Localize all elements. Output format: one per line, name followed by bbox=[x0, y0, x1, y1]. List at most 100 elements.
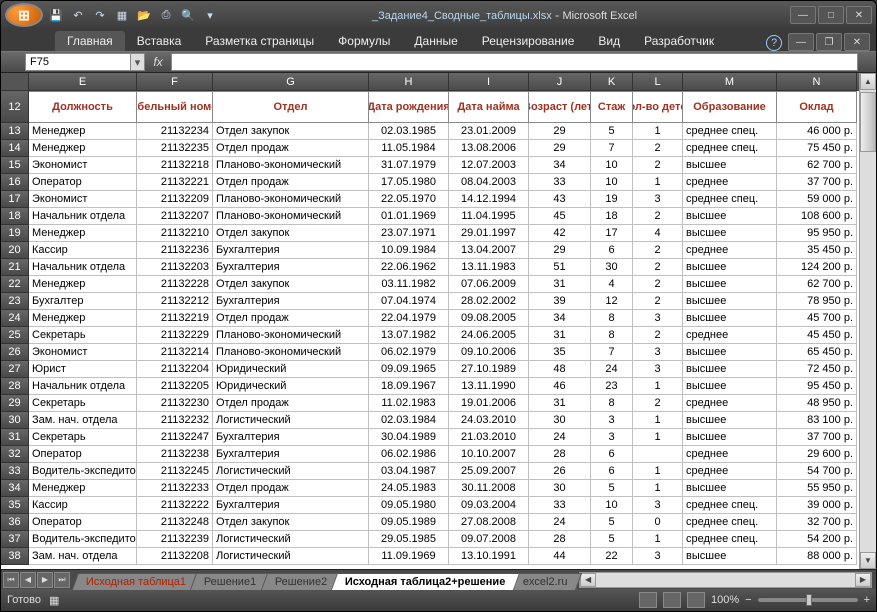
cell[interactable]: 1 bbox=[633, 412, 683, 429]
cell[interactable]: 21132233 bbox=[137, 480, 213, 497]
cell[interactable]: 23.07.1971 bbox=[369, 225, 449, 242]
cell[interactable]: 39 000 р. bbox=[777, 497, 857, 514]
cell[interactable]: 65 450 р. bbox=[777, 344, 857, 361]
cell[interactable]: Менеджер bbox=[29, 225, 137, 242]
select-all-corner[interactable] bbox=[1, 73, 29, 91]
cell[interactable]: Экономист bbox=[29, 344, 137, 361]
vertical-scrollbar[interactable]: ▲ ▼ bbox=[859, 73, 876, 569]
cell[interactable]: 2 bbox=[633, 208, 683, 225]
cell[interactable]: 29.05.1985 bbox=[369, 531, 449, 548]
cell[interactable]: 1 bbox=[633, 174, 683, 191]
cell[interactable]: 21132203 bbox=[137, 259, 213, 276]
cell[interactable]: 62 700 р. bbox=[777, 157, 857, 174]
col-header-E[interactable]: E bbox=[29, 73, 137, 91]
cell[interactable]: 43 bbox=[529, 191, 591, 208]
office-button[interactable]: ⊞ bbox=[5, 3, 43, 27]
cell[interactable]: Бухгалтерия bbox=[213, 293, 369, 310]
close-button[interactable]: ✕ bbox=[846, 6, 872, 24]
cell[interactable]: 21132222 bbox=[137, 497, 213, 514]
cell[interactable]: 21132221 bbox=[137, 174, 213, 191]
cell[interactable]: 37 700 р. bbox=[777, 174, 857, 191]
cell[interactable]: 21132207 bbox=[137, 208, 213, 225]
cell[interactable]: высшее bbox=[683, 259, 777, 276]
cell[interactable]: 8 bbox=[591, 395, 633, 412]
cell[interactable]: 18 bbox=[591, 208, 633, 225]
cell[interactable]: 1 bbox=[633, 480, 683, 497]
cell[interactable]: 24 bbox=[591, 361, 633, 378]
cell[interactable]: Экономист bbox=[29, 191, 137, 208]
cell[interactable]: 48 bbox=[529, 361, 591, 378]
help-icon[interactable]: ? bbox=[766, 35, 782, 51]
qat-more-icon[interactable]: ▾ bbox=[201, 6, 219, 24]
cell[interactable]: Экономист bbox=[29, 157, 137, 174]
cell[interactable]: 12.07.2003 bbox=[449, 157, 529, 174]
cell[interactable]: 30.11.2008 bbox=[449, 480, 529, 497]
cell[interactable]: 5 bbox=[591, 480, 633, 497]
row-header[interactable]: 18 bbox=[1, 208, 29, 225]
workbook-restore-button[interactable]: ❐ bbox=[816, 33, 842, 51]
cell[interactable]: 24.06.2005 bbox=[449, 327, 529, 344]
cell[interactable]: Секретарь bbox=[29, 429, 137, 446]
cell[interactable]: 2 bbox=[633, 293, 683, 310]
row-header[interactable]: 34 bbox=[1, 480, 29, 497]
cell[interactable]: 21132239 bbox=[137, 531, 213, 548]
cell[interactable]: 39 bbox=[529, 293, 591, 310]
cell[interactable]: 09.05.1980 bbox=[369, 497, 449, 514]
cell[interactable]: среднее спец. bbox=[683, 140, 777, 157]
scroll-down-button[interactable]: ▼ bbox=[860, 552, 876, 569]
cell[interactable]: Оператор bbox=[29, 174, 137, 191]
cell[interactable]: Отдел продаж bbox=[213, 174, 369, 191]
cell[interactable]: 3 bbox=[633, 361, 683, 378]
cell[interactable]: 108 600 р. bbox=[777, 208, 857, 225]
ribbon-tab-3[interactable]: Формулы bbox=[326, 31, 402, 51]
cell[interactable]: высшее bbox=[683, 293, 777, 310]
cell[interactable]: 3 bbox=[633, 344, 683, 361]
cell[interactable]: 11.02.1983 bbox=[369, 395, 449, 412]
scroll-thumb[interactable] bbox=[860, 92, 876, 152]
cell[interactable]: 8 bbox=[591, 310, 633, 327]
cell[interactable]: высшее bbox=[683, 480, 777, 497]
cell[interactable]: 7 bbox=[591, 140, 633, 157]
ribbon-tab-7[interactable]: Разработчик bbox=[632, 31, 726, 51]
cell[interactable]: 21.03.2010 bbox=[449, 429, 529, 446]
cell[interactable]: 31.07.1979 bbox=[369, 157, 449, 174]
cell[interactable]: 30 bbox=[529, 480, 591, 497]
cell[interactable]: 21132232 bbox=[137, 412, 213, 429]
cell[interactable]: 11.05.1984 bbox=[369, 140, 449, 157]
cell[interactable]: 24.03.2010 bbox=[449, 412, 529, 429]
col-header-H[interactable]: H bbox=[369, 73, 449, 91]
cell[interactable]: 3 bbox=[633, 548, 683, 565]
cell[interactable]: 09.10.2006 bbox=[449, 344, 529, 361]
cell[interactable]: 37 700 р. bbox=[777, 429, 857, 446]
cell[interactable]: среднее bbox=[683, 327, 777, 344]
table-header-cell[interactable]: Дата рождения bbox=[369, 91, 449, 123]
cell[interactable]: 45 450 р. bbox=[777, 327, 857, 344]
cell[interactable]: 06.02.1979 bbox=[369, 344, 449, 361]
cell[interactable]: 1 bbox=[633, 378, 683, 395]
table-header-cell[interactable]: Отдел bbox=[213, 91, 369, 123]
cell[interactable]: 59 000 р. bbox=[777, 191, 857, 208]
cell[interactable]: 95 450 р. bbox=[777, 378, 857, 395]
cell[interactable]: высшее bbox=[683, 310, 777, 327]
cell[interactable]: 21132235 bbox=[137, 140, 213, 157]
table-header-cell[interactable]: Стаж bbox=[591, 91, 633, 123]
cell[interactable]: 3 bbox=[591, 429, 633, 446]
cell[interactable]: 7 bbox=[591, 344, 633, 361]
cell[interactable]: Бухгалтерия bbox=[213, 446, 369, 463]
cell[interactable]: Водитель-экспедитор bbox=[29, 463, 137, 480]
cell[interactable]: 4 bbox=[633, 225, 683, 242]
cell[interactable]: Менеджер bbox=[29, 140, 137, 157]
cell[interactable]: среднее спец. bbox=[683, 191, 777, 208]
view-normal-button[interactable] bbox=[639, 592, 657, 608]
cell[interactable]: 95 950 р. bbox=[777, 225, 857, 242]
cell[interactable]: Юрист bbox=[29, 361, 137, 378]
cell[interactable]: среднее спец. bbox=[683, 497, 777, 514]
cell[interactable]: 42 bbox=[529, 225, 591, 242]
cell[interactable]: 21132208 bbox=[137, 548, 213, 565]
cell[interactable]: 54 700 р. bbox=[777, 463, 857, 480]
cell[interactable]: 45 700 р. bbox=[777, 310, 857, 327]
cell[interactable]: 07.04.1974 bbox=[369, 293, 449, 310]
cell[interactable]: 12 bbox=[591, 293, 633, 310]
row-header[interactable]: 12 bbox=[1, 91, 29, 123]
cell[interactable]: 28.02.2002 bbox=[449, 293, 529, 310]
